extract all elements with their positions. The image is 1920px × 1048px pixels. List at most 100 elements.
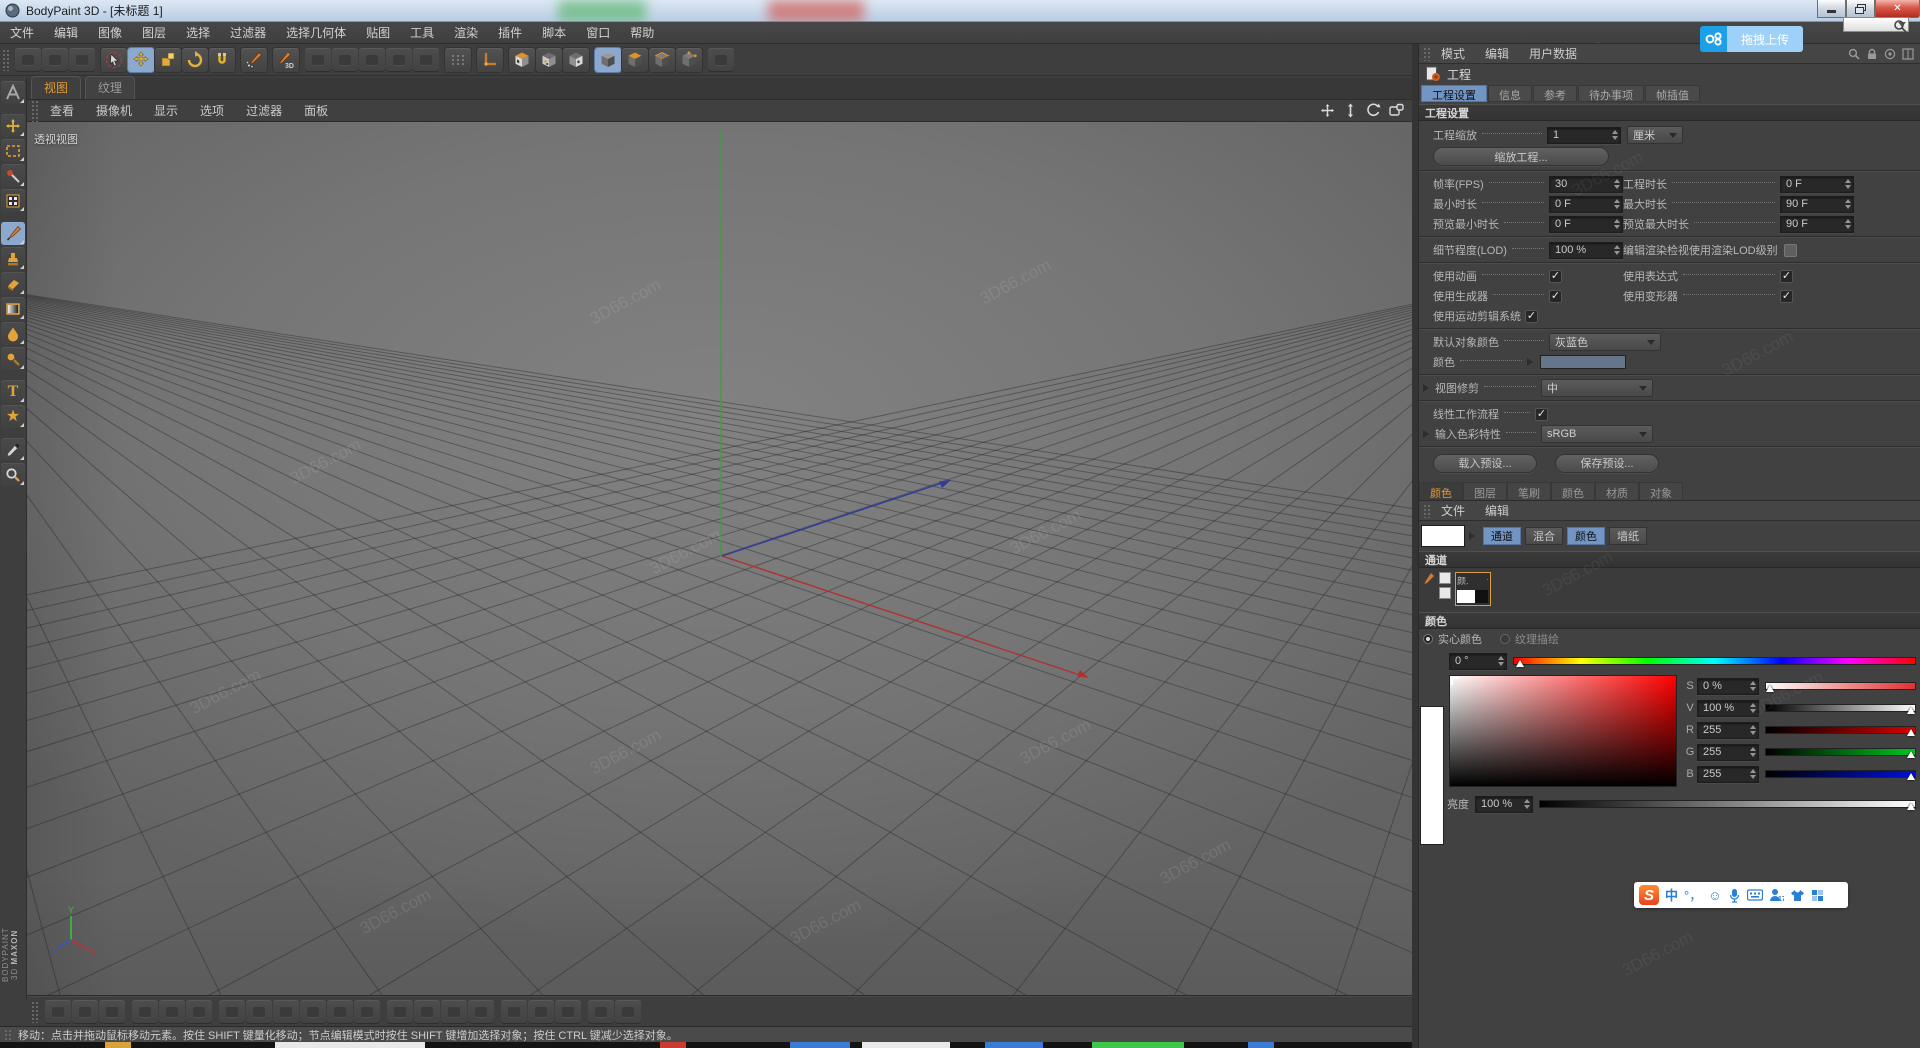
tab-layers[interactable]: 图层 [1463, 482, 1507, 500]
object-mode-icon[interactable] [595, 48, 621, 72]
channel-paint-checkbox[interactable] [1439, 587, 1451, 599]
uv-tool-3-icon[interactable] [99, 1000, 125, 1024]
uv-tool-21-icon[interactable] [615, 1000, 641, 1024]
uv-tool-8-icon[interactable] [246, 1000, 272, 1024]
fill-droplet-icon[interactable] [1, 322, 25, 345]
texture-cube-1-icon[interactable] [509, 48, 535, 72]
texture-paint-radio[interactable]: 纹理描绘 [1500, 631, 1559, 647]
input-color-expander[interactable] [1423, 430, 1433, 438]
uv-tool-10-icon[interactable] [300, 1000, 326, 1024]
color-swatch[interactable] [1540, 355, 1626, 369]
saturation-handle[interactable] [1766, 681, 1774, 692]
use-generators-checkbox[interactable] [1549, 290, 1562, 303]
paint-brush-icon[interactable] [241, 48, 267, 72]
render-lod-checkbox[interactable] [1784, 244, 1797, 257]
tab-objects[interactable]: 对象 [1639, 482, 1683, 500]
point-mode-icon[interactable] [676, 48, 702, 72]
uv-tool-15-icon[interactable] [441, 1000, 467, 1024]
tab-keyframe[interactable]: 帧插值 [1645, 85, 1700, 102]
eraser-icon[interactable] [1, 272, 25, 295]
input-color-dropdown[interactable]: sRGB [1541, 425, 1653, 443]
eyedropper-icon[interactable] [1, 438, 25, 461]
pattern-select-icon[interactable] [1, 189, 25, 212]
menu-help[interactable]: 帮助 [620, 24, 664, 41]
sv-picker[interactable] [1449, 675, 1677, 787]
taskbar-app[interactable] [985, 1042, 1043, 1048]
polygon-mode-icon[interactable] [622, 48, 648, 72]
taskbar-app[interactable] [660, 1042, 686, 1048]
load-preset-button[interactable]: 载入预设... [1433, 454, 1537, 473]
taskbar-app[interactable] [275, 1042, 425, 1048]
paint-tool-3-icon[interactable] [359, 48, 385, 72]
unit-dropdown[interactable]: 厘米 [1627, 126, 1683, 144]
uv-mesh-icon[interactable] [708, 48, 734, 72]
use-motion-system-checkbox[interactable] [1525, 310, 1538, 323]
fps-field[interactable]: 30 [1549, 176, 1623, 193]
red-slider[interactable] [1765, 726, 1916, 734]
magic-wand-icon[interactable] [1, 164, 25, 187]
taskbar-app[interactable] [1248, 1042, 1274, 1048]
sogou-logo-icon[interactable]: S [1639, 885, 1659, 905]
channel-thumbnail[interactable]: 颜.· [1455, 572, 1491, 606]
uv-tool-12-icon[interactable] [354, 1000, 380, 1024]
ime-skin-icon[interactable] [1790, 889, 1805, 902]
menu-script[interactable]: 脚本 [532, 24, 576, 41]
paint-tool-1-icon[interactable] [305, 48, 331, 72]
uv-tool-16-icon[interactable] [468, 1000, 494, 1024]
value-field[interactable]: 100 % [1697, 700, 1759, 717]
menu-select[interactable]: 选择 [176, 24, 220, 41]
ime-toolbox-icon[interactable] [1811, 889, 1824, 902]
uv-tool-1-icon[interactable] [45, 1000, 71, 1024]
zoom-view-icon[interactable] [1343, 103, 1358, 118]
ime-toolbar[interactable]: S 中 °， ☺ 17 [1634, 882, 1848, 908]
viewport-menu-handle[interactable] [31, 100, 39, 122]
ime-lang-toggle[interactable]: 中 [1665, 889, 1678, 902]
uv-tool-7-icon[interactable] [219, 1000, 245, 1024]
magnify-icon[interactable] [1, 463, 25, 486]
taskbar-app[interactable] [1092, 1042, 1184, 1048]
menu-select-geometry[interactable]: 选择几何体 [276, 24, 356, 41]
am-menu-userdata[interactable]: 用户数据 [1519, 45, 1587, 62]
wallpaper-mode-button[interactable]: 墙纸 [1609, 527, 1647, 545]
tab-texture[interactable]: 纹理 [85, 76, 135, 99]
channels-mode-button[interactable]: 通道 [1483, 527, 1521, 545]
ime-mic-icon[interactable] [1728, 888, 1741, 903]
min-time-field[interactable]: 0 F [1549, 196, 1623, 213]
tab-colors[interactable]: 颜色 [1551, 482, 1595, 500]
redo-icon[interactable] [42, 48, 68, 72]
uv-tool-11-icon[interactable] [327, 1000, 353, 1024]
saturation-field[interactable]: 0 % [1697, 678, 1759, 695]
rotate-tool-icon[interactable] [182, 48, 208, 72]
minimize-button[interactable] [1817, 0, 1846, 18]
tab-todo[interactable]: 待办事项 [1578, 85, 1644, 102]
blue-field[interactable]: 255 [1697, 766, 1759, 783]
panel-grid-icon[interactable] [1902, 48, 1914, 60]
tab-brushes[interactable]: 笔刷 [1507, 482, 1551, 500]
brightness-slider[interactable] [1539, 800, 1916, 808]
swatch-expand-arrow[interactable] [1469, 532, 1479, 540]
scale-tool-icon[interactable] [155, 48, 181, 72]
paint-sphere-icon[interactable] [413, 48, 439, 72]
raster-grid-icon[interactable] [445, 48, 471, 72]
menu-window[interactable]: 窗口 [576, 24, 620, 41]
smudge-icon[interactable] [1, 347, 25, 370]
use-expressions-checkbox[interactable] [1780, 270, 1793, 283]
viewport-3d[interactable]: Y X Z 透视视图 3D66.com 3D66.com 3D66.com 3D… [27, 122, 1412, 996]
texture-cube-3-icon[interactable] [563, 48, 589, 72]
ime-emoji-icon[interactable]: ☺ [1708, 889, 1721, 902]
use-animation-checkbox[interactable] [1549, 270, 1562, 283]
paint-tool-4-icon[interactable] [386, 48, 412, 72]
ime-punctuation-icon[interactable]: °， [1684, 889, 1702, 902]
am-menu-mode[interactable]: 模式 [1431, 45, 1475, 62]
tab-materials[interactable]: 材质 [1595, 482, 1639, 500]
preview-min-field[interactable]: 0 F [1549, 216, 1623, 233]
uv-tool-5-icon[interactable] [159, 1000, 185, 1024]
maximize-button[interactable] [1846, 0, 1875, 18]
hue-field[interactable]: 0 ° [1449, 653, 1507, 670]
magnet-tool-icon[interactable] [209, 48, 235, 72]
green-slider[interactable] [1765, 748, 1916, 756]
menu-plugins[interactable]: 插件 [488, 24, 532, 41]
menu-image[interactable]: 图像 [88, 24, 132, 41]
foreground-color-swatch[interactable] [1421, 525, 1465, 547]
toolbar-drag-handle[interactable] [2, 49, 10, 71]
